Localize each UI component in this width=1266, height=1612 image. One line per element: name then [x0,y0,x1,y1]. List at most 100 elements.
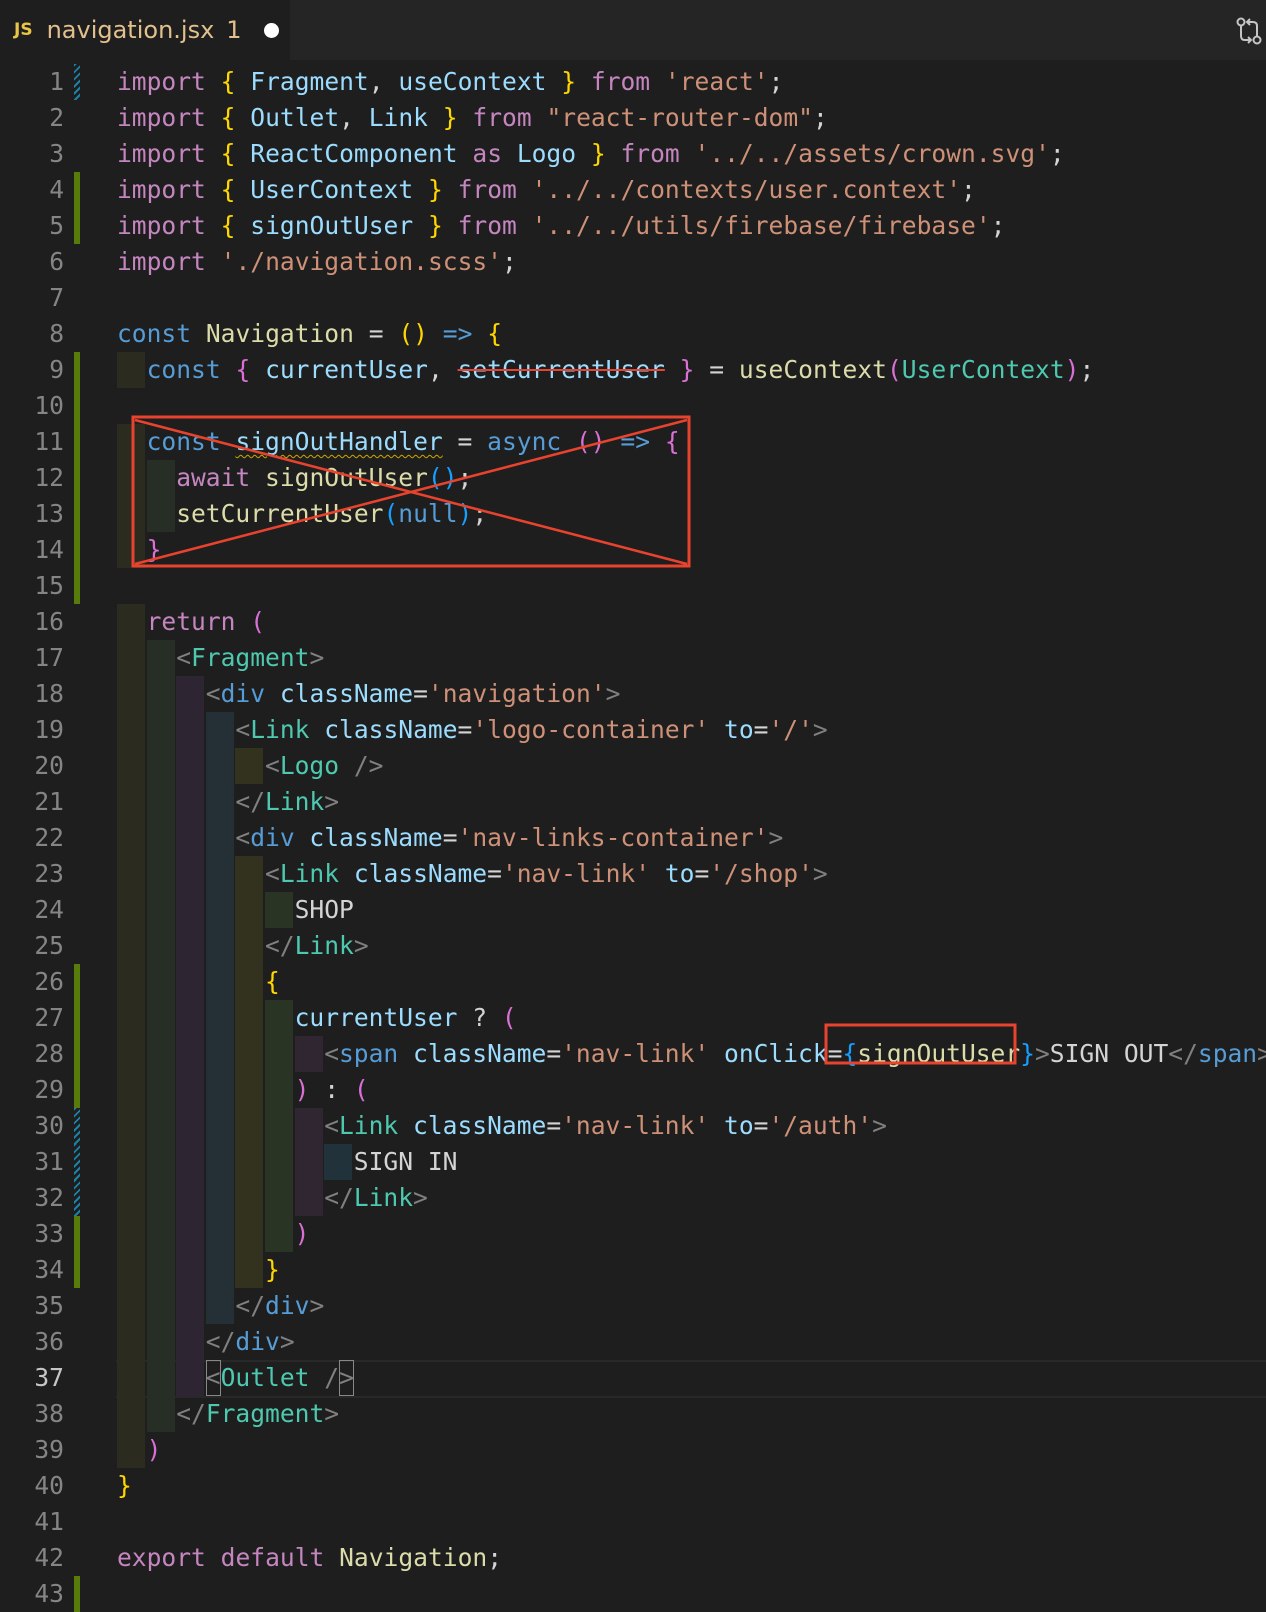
gutter-modified-marker[interactable] [74,1144,80,1180]
unsaved-dot-icon[interactable] [263,22,279,38]
open-changes-icon[interactable] [1232,14,1266,48]
code-line[interactable]: 17 <Fragment> [0,640,1266,676]
code-line[interactable]: 9 const { currentUser, setCurrentUser } =… [0,352,1266,388]
indent-guide [205,1000,234,1036]
line-number: 43 [34,1579,64,1608]
gutter-added-marker[interactable] [74,964,80,1000]
code-line[interactable]: 43 [0,1576,1266,1612]
code-line[interactable]: 23 <Link className='nav-link' to='/shop'> [0,856,1266,892]
code-line[interactable]: 12 await signOutUser(); [0,460,1266,496]
code-line[interactable]: 13 setCurrentUser(null); [0,496,1266,532]
line-number: 42 [34,1543,64,1572]
gutter-added-marker[interactable] [74,460,80,496]
gutter-added-marker[interactable] [74,496,80,532]
gutter-added-marker[interactable] [74,352,80,388]
code-editor[interactable]: 1 import { Fragment, useContext } from 'r… [0,60,1266,1612]
indent-guide [146,784,175,820]
gutter-added-marker[interactable] [74,208,80,244]
code-line[interactable]: 10 [0,388,1266,424]
indent-guide [117,1216,145,1252]
code-line[interactable]: 2 import { Outlet, Link } from "react-rou… [0,100,1266,136]
code-line[interactable]: 15 [0,568,1266,604]
indent-guide [205,1252,234,1288]
code-line[interactable]: 1 import { Fragment, useContext } from 'r… [0,64,1266,100]
code-line[interactable]: 4 import { UserContext } from '../../cont… [0,172,1266,208]
code-line[interactable]: 37 <Outlet /> [0,1360,1266,1398]
code-line[interactable]: 36 </div> [0,1324,1266,1360]
code-line[interactable]: 29) : ( [0,1072,1266,1108]
code-line[interactable]: 6 import './navigation.scss'; [0,244,1266,280]
code-line[interactable]: 19 <Link className='logo-container' to='/… [0,712,1266,748]
indent-guide [265,1180,293,1216]
gutter-modified-marker[interactable] [74,1180,80,1216]
code-line[interactable]: 16 return ( [0,604,1266,640]
indent-guide [146,820,175,856]
code-line[interactable]: 25 </Link> [0,928,1266,964]
gutter-added-marker[interactable] [74,1576,80,1612]
indent-guide [117,1288,145,1324]
code-line[interactable]: 5 import { signOutUser } from '../../util… [0,208,1266,244]
code-line[interactable]: 27 currentUser ? ( [0,1000,1266,1036]
code-text: import { signOutUser } from '../../utils… [117,211,1006,240]
gutter-added-marker[interactable] [74,1000,80,1036]
code-text: } [265,1255,280,1284]
bracket-match-highlight: > [339,1360,354,1396]
code-line[interactable]: 35 </div> [0,1288,1266,1324]
indent-guide [146,964,175,1000]
indent-guide [176,1288,205,1324]
gutter-modified-marker[interactable] [74,1108,80,1144]
code-line[interactable]: 30 <Link className='nav-link' to='/auth'> [0,1108,1266,1144]
code-line[interactable]: 20 <Logo /> [0,748,1266,784]
indent-guide [176,1144,205,1180]
code-line[interactable]: 8 const Navigation = () => { [0,316,1266,352]
indent-guide [205,964,234,1000]
code-line[interactable]: 26 { [0,964,1266,1000]
indent-guide [146,1288,175,1324]
indent-guide [146,1396,175,1432]
code-line[interactable]: 39) [0,1432,1266,1468]
code-line[interactable]: 31 SIGN IN [0,1144,1266,1180]
gutter-added-marker[interactable] [74,172,80,208]
gutter-added-marker[interactable] [74,1036,80,1072]
indent-guide [176,892,205,928]
code-line[interactable]: 3 import { ReactComponent as Logo } from … [0,136,1266,172]
code-line[interactable]: 32 </Link> [0,1180,1266,1216]
code-line[interactable]: 28 <span className='nav-link' onClick={si… [0,1036,1266,1072]
gutter-added-marker[interactable] [74,568,80,604]
line-number: 14 [34,535,64,564]
indent-guide [146,1072,175,1108]
gutter-added-marker[interactable] [74,1072,80,1108]
code-line[interactable]: 40} [0,1468,1266,1504]
gutter-added-marker[interactable] [74,388,80,424]
code-line[interactable]: 14} [0,532,1266,568]
code-text: } [146,535,162,564]
code-line[interactable]: 21 </Link> [0,784,1266,820]
code-line[interactable]: 11 const signOutHandler = async () => { [0,424,1266,460]
code-line[interactable]: 24 SHOP [0,892,1266,928]
gutter-added-marker[interactable] [74,424,80,460]
code-line[interactable]: 34} [0,1252,1266,1288]
code-line[interactable]: 18 <div className='navigation'> [0,676,1266,712]
code-line[interactable]: 38 </Fragment> [0,1396,1266,1432]
gutter-added-marker[interactable] [74,1216,80,1252]
gutter-modified-marker[interactable] [74,64,80,100]
code-line[interactable]: 33) [0,1216,1266,1252]
indent-guide [205,784,234,820]
indent-guide [235,1072,264,1108]
indent-guide [265,1216,293,1252]
line-number: 33 [34,1219,64,1248]
gutter-added-marker[interactable] [74,1252,80,1288]
gutter-added-marker[interactable] [74,532,80,568]
editor-tab[interactable]: JS navigation.jsx 1 [0,0,290,60]
indent-guide [176,748,205,784]
indent-guide [117,1324,145,1360]
indent-guide [176,784,205,820]
indent-guide [205,1108,234,1144]
code-text: return ( [146,607,266,636]
line-number: 31 [34,1147,64,1176]
code-line[interactable]: 7 [0,280,1266,316]
code-line[interactable]: 42 export default Navigation; [0,1540,1266,1576]
code-line[interactable]: 22 <div className='nav-links-container'> [0,820,1266,856]
code-line[interactable]: 41 [0,1504,1266,1540]
indent-guide [146,1000,175,1036]
